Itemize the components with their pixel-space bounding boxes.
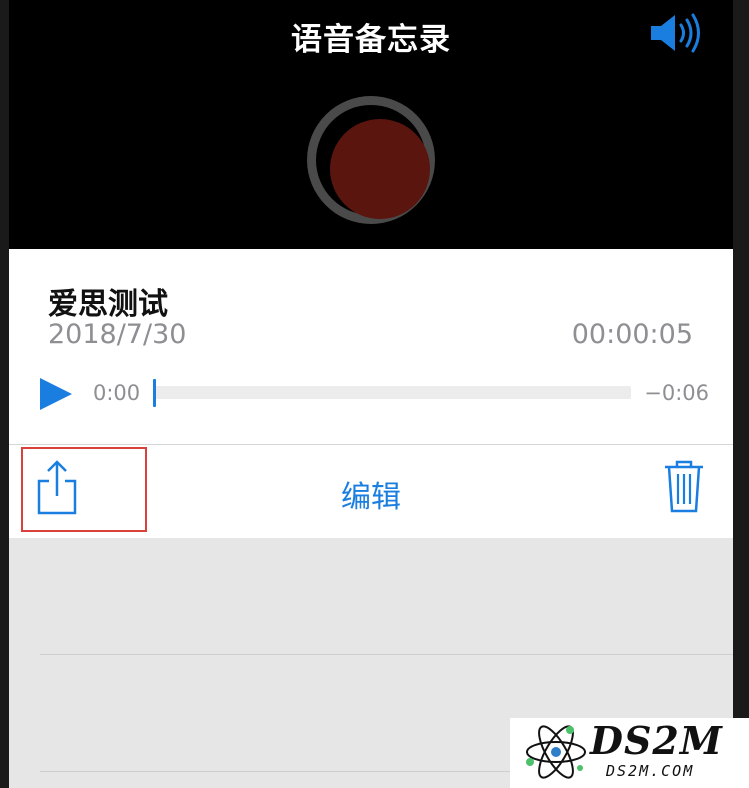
watermark-text: DS2M <box>590 718 723 763</box>
recorder-panel: 语音备忘录 <box>9 0 733 249</box>
recording-card: 爱思测试 2018/7/30 00:00:05 0:00 −0:06 <box>9 249 733 444</box>
speaker-volume-icon[interactable] <box>649 12 703 54</box>
recording-date: 2018/7/30 <box>48 319 187 350</box>
time-elapsed: 0:00 <box>93 381 141 405</box>
share-icon[interactable] <box>35 459 79 517</box>
recording-duration: 00:00:05 <box>571 319 693 350</box>
record-button-ring <box>307 96 435 224</box>
trash-icon[interactable] <box>663 459 705 515</box>
watermark-subtext: DS2M.COM <box>606 762 695 780</box>
record-button[interactable] <box>330 119 430 219</box>
action-bar: 编辑 <box>9 444 733 539</box>
watermark: DS2M DS2M.COM <box>510 718 749 788</box>
atom-logo-icon <box>526 725 586 779</box>
play-icon[interactable] <box>39 377 73 411</box>
recording-title[interactable]: 爱思测试 <box>48 279 168 323</box>
playback-scrubber[interactable] <box>155 386 631 399</box>
app-title: 语音备忘录 <box>291 22 451 58</box>
edit-button[interactable]: 编辑 <box>321 472 421 516</box>
scrubber-handle[interactable] <box>153 379 156 407</box>
list-separator <box>40 654 733 655</box>
voice-memos-screen: 语音备忘录 爱思测试 2018/7/30 00:00:05 0:00 −0:06 <box>9 0 733 788</box>
time-remaining: −0:06 <box>644 381 709 405</box>
